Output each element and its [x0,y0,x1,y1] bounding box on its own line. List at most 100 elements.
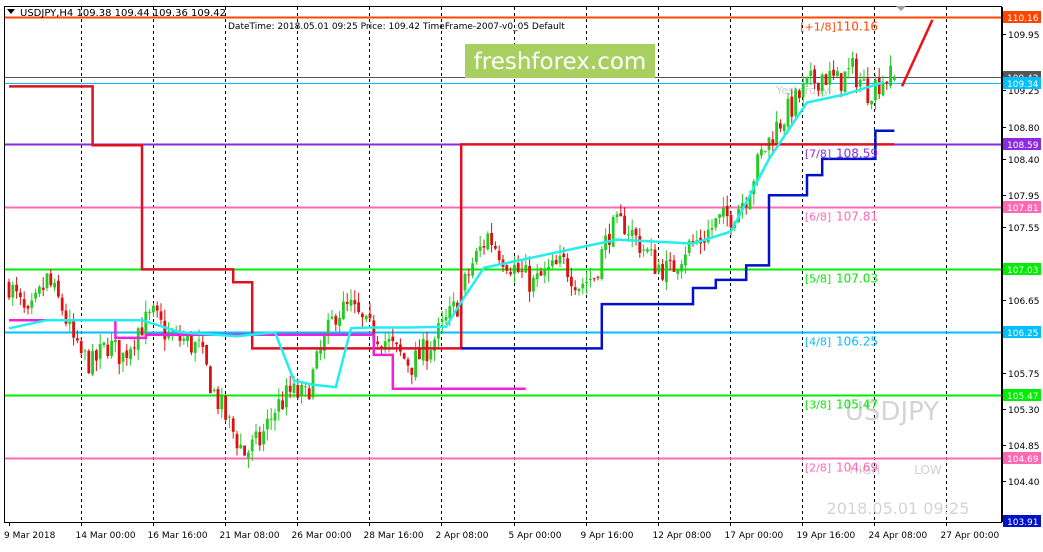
candle-body [76,338,79,341]
candle-body [516,263,520,273]
candle-body [193,342,197,353]
candle-body [813,69,816,84]
candle-body [307,388,311,400]
x-tick-label: 28 Mar 16:00 [364,531,424,541]
y-tick-label: 105.30 [1008,406,1040,416]
candle-body [532,277,535,292]
candle-body [79,341,83,354]
price-tag-label: 103.91 [1007,518,1039,528]
candle-body [524,265,528,273]
candle-body [326,319,330,336]
candle-body [642,249,645,251]
candle-body [26,306,30,309]
candle-body [368,314,372,319]
candle-body [794,89,797,116]
candle-body [338,317,341,326]
candle-body [7,281,11,298]
candle-body [615,214,619,218]
candle-body [881,82,885,96]
candle-body [634,228,638,236]
candle-body [623,215,626,235]
candle-body [805,76,809,84]
candle-body [83,350,87,352]
y-tick-label: 104.40 [1008,478,1040,488]
candle-body [345,302,349,304]
mm-level-label: [7/8] [805,148,831,161]
x-tick-label: 5 Apr 00:00 [509,531,562,541]
candle-body [330,316,334,319]
candle-body [228,416,231,418]
candle-body [535,273,539,280]
candle-body [254,431,258,439]
candle-body [266,418,269,430]
candle-body [353,300,357,305]
murrey-levels [5,16,1002,460]
candle-body [467,274,471,276]
x-tick-label: 16 Mar 16:00 [148,531,208,541]
candle-body [585,281,588,284]
candle-body [102,342,106,346]
candle-body [657,264,661,273]
candle-body [19,292,22,298]
candle-body [152,305,155,313]
candle-body [471,263,474,276]
candle-body [231,418,235,432]
step-line-magenta [9,318,526,391]
candle-body [125,350,129,358]
candle-body [608,233,611,245]
candle-body [406,359,410,366]
candle-body [49,273,53,286]
candle-body [828,70,832,85]
candle-body [554,260,558,265]
chart-window[interactable]: freshforex.com USDJPY HIGH LOW 2018.05.0… [0,0,1043,548]
price-tag-label: 105.47 [1007,392,1039,402]
x-tick-label: 9 Mar 2018 [4,531,56,541]
candle-body [505,265,509,271]
candle-body [889,65,892,86]
y-tick-label: 105.75 [1008,370,1040,380]
candle-body [725,205,729,217]
x-tick-label: 19 Apr 16:00 [797,531,856,541]
candle-body [649,249,653,251]
candle-body [452,301,455,307]
candle-body [38,286,41,294]
candle-body [288,385,292,392]
mm-level-label: [2/8] [805,462,831,475]
candle-body [209,366,212,394]
candle-body [319,348,322,354]
candle-body [212,389,216,392]
candle-body [551,260,554,266]
candle-body [779,123,782,129]
candle-body [133,347,136,349]
x-tick-label: 21 Mar 08:00 [220,531,280,541]
price-tag-label: 109.34 [1007,80,1039,90]
candle-body [566,258,569,278]
candle-body [589,278,592,281]
candle-body [182,338,186,341]
candle-body [224,395,227,420]
scroll-marker-icon[interactable] [896,6,906,11]
candle-body [786,98,790,127]
candle-body [520,270,524,272]
candle-body [543,268,547,276]
watermark-datetime: 2018.05.01 09:25 [827,499,970,518]
y-tick-label: 107.55 [1008,224,1040,234]
candle-body [600,249,604,280]
candle-body [782,124,786,131]
price-chart[interactable]: freshforex.com USDJPY HIGH LOW 2018.05.0… [0,0,1043,548]
y-tick-label: 104.85 [1008,442,1040,452]
candle-body [714,218,718,228]
mm-level-label: [4/8] [805,336,831,349]
candle-body [790,96,794,117]
candle-body [258,431,262,446]
candle-body [277,399,281,412]
candle-body [665,260,668,282]
candle-body [376,341,379,345]
candle-body [155,305,159,311]
candle-body [41,287,45,290]
candle-body [383,341,387,348]
price-tag-label: 107.81 [1007,204,1039,214]
triangle-down-icon[interactable] [7,9,15,14]
candle-body [186,335,189,341]
x-tick-label: 14 Mar 00:00 [76,531,136,541]
